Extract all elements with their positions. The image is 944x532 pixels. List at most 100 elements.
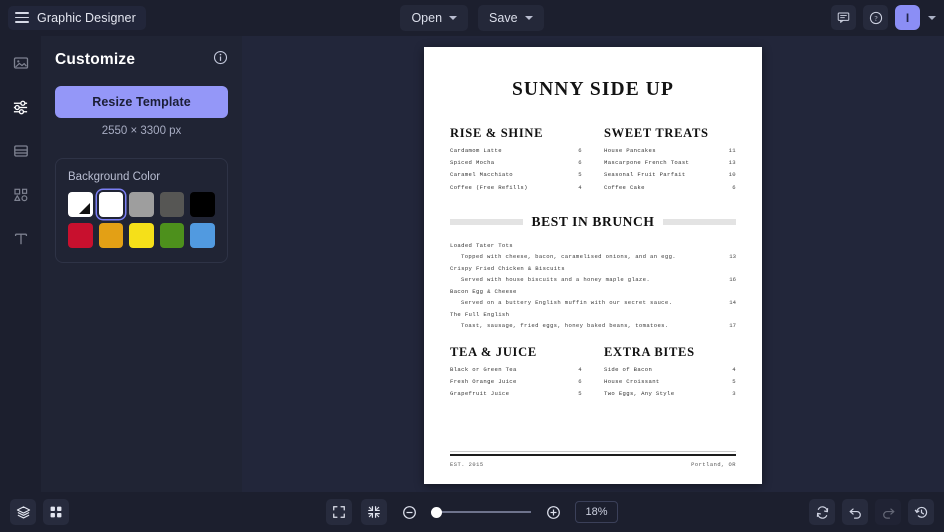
menu-section-heading: SWEET TREATS [604,126,709,140]
menu-item-row: Spiced Mocha 6 [450,159,582,167]
design-page[interactable]: SUNNY SIDE UP RISE & SHINE Cardamom Latte… [424,47,762,484]
menu-item-name: Side of Bacon [604,366,653,373]
rail-item-text[interactable] [8,226,34,252]
fullscreen-button[interactable] [326,499,353,525]
color-swatch-grid [68,192,215,248]
avatar-chevron-down-icon[interactable] [928,15,936,20]
zoom-in-icon [547,505,560,519]
feature-item-name: Loaded Tater Tots [450,241,514,249]
menu-item-name: Coffee (Free Refills) [450,184,528,191]
feature-item-name: Bacon Egg & Cheese [450,287,517,295]
feature-item-name: Crispy Fried Chicken & Biscuits [450,264,565,272]
menu-item-row: House Pancakes 11 [604,147,736,155]
sync-button[interactable] [809,499,835,525]
history-icon [914,506,927,518]
canvas-area[interactable]: SUNNY SIDE UP RISE & SHINE Cardamom Latte… [242,36,944,492]
menu-section: SWEET TREATS House Pancakes 11 Mascarpone F… [604,126,736,197]
menu-item-row: Caramel Macchiato 5 [450,172,582,179]
menu-item-row: Black or Green Tea 4 [450,365,582,374]
color-swatch-amber[interactable] [98,223,124,248]
app-title: Graphic Designer [37,10,136,25]
save-button[interactable]: Save [478,5,544,31]
menu-item-price: 5 [578,171,582,179]
layers-button[interactable] [10,499,36,525]
hamburger-icon [15,12,29,23]
menu-item-name: Caramel Macchiato [450,172,514,179]
menu-title: SUNNY SIDE UP [511,79,675,100]
feature-band: BEST IN BRUNCH [450,214,736,230]
rail-item-adjustments[interactable] [8,94,34,120]
feature-item-desc-row: Served with house biscuits and a honey m… [450,276,736,283]
menu-item-row: Two Eggs, Any Style 3 [604,391,736,398]
bottom-toolbar: 18% [0,492,944,532]
menu-item-price: 3 [732,390,736,398]
band-bar-left [450,218,523,225]
feature-item-price: 17 [729,321,736,329]
grid-icon [50,506,62,518]
panel-title: Customize [55,51,136,68]
feature-item: Crispy Fried Chicken & Biscuits Served wi… [450,265,736,283]
menu-item-row: Coffee (Free Refills) 4 [450,183,582,192]
grid-button[interactable] [43,499,69,525]
rail-item-image[interactable] [8,50,34,76]
zoom-controls: 18% [0,492,944,532]
menu-section: TEA & JUICE Black or Green Tea 4 Fresh Oran… [450,345,582,404]
rail-item-layout[interactable] [8,138,34,164]
redo-icon [882,507,894,519]
background-color-card: Background Color [55,158,228,263]
sync-icon [816,505,828,519]
history-button[interactable] [908,499,934,525]
color-swatch-blue[interactable] [190,223,215,248]
template-dimensions: 2550 × 3300 px [101,125,182,137]
color-swatch-green[interactable] [159,223,185,248]
color-swatch-light-gray[interactable] [129,192,154,217]
layers-icon [16,505,30,518]
zoom-slider[interactable] [431,505,532,519]
fit-to-screen-button[interactable] [361,499,388,525]
menu-item-price: 11 [728,147,736,154]
color-swatch-crimson[interactable] [68,223,93,248]
menu-section-heading: TEA & JUICE [450,344,537,359]
color-swatch-white[interactable] [98,192,124,217]
zoom-in-button[interactable] [540,499,566,525]
help-button[interactable]: ? [863,5,888,30]
app-menu-button[interactable]: Graphic Designer [8,5,146,30]
color-swatch-dark-gray[interactable] [159,192,185,217]
chat-button[interactable] [831,5,856,30]
avatar[interactable]: I [895,5,920,30]
menu-item-price: 6 [578,147,582,154]
feature-item-description: Served on a buttery English muffin with … [461,298,673,306]
menu-item-row: Fresh Orange Juice 6 [450,378,582,386]
customize-panel: Customize Resize Template 2550 × 3300 px… [41,36,242,492]
color-swatch-yellow[interactable] [129,223,154,248]
menu-item-name: House Croissant [604,379,660,386]
footer-left-text: EST. 2015 [450,462,484,468]
feature-item-price: 13 [729,252,736,260]
open-button[interactable]: Open [400,5,469,31]
zoom-out-button[interactable] [396,499,422,525]
undo-button[interactable] [842,499,868,525]
menu-item-price: 5 [732,378,736,386]
image-icon [13,57,28,69]
menu-item-price: 4 [578,365,582,373]
menu-item-row: House Croissant 5 [604,378,736,386]
info-button[interactable] [213,50,228,70]
color-swatch-transparent[interactable] [68,192,93,217]
menu-item-price: 4 [578,183,582,191]
zoom-level-field[interactable]: 18% [575,501,618,523]
menu-item-price: 5 [578,390,582,398]
rail-item-shapes[interactable] [8,182,34,208]
chevron-down-icon [524,16,533,20]
redo-button[interactable] [875,499,901,525]
svg-text:?: ? [874,14,877,22]
zoom-slider-handle[interactable] [431,506,443,518]
menu-item-row: Grapefruit Juice 5 [450,391,582,398]
resize-template-button[interactable]: Resize Template [55,86,228,118]
open-button-label: Open [411,11,443,25]
info-icon [213,50,228,65]
text-icon [14,233,27,245]
feature-item-desc-row: Topped with cheese, bacon, caramelised o… [450,253,736,260]
feature-item: The Full English Toast, sausage, fried eg… [450,311,736,329]
color-swatch-black[interactable] [190,192,215,217]
feature-item-desc-row: Toast, sausage, fried eggs, honey baked … [450,322,736,329]
